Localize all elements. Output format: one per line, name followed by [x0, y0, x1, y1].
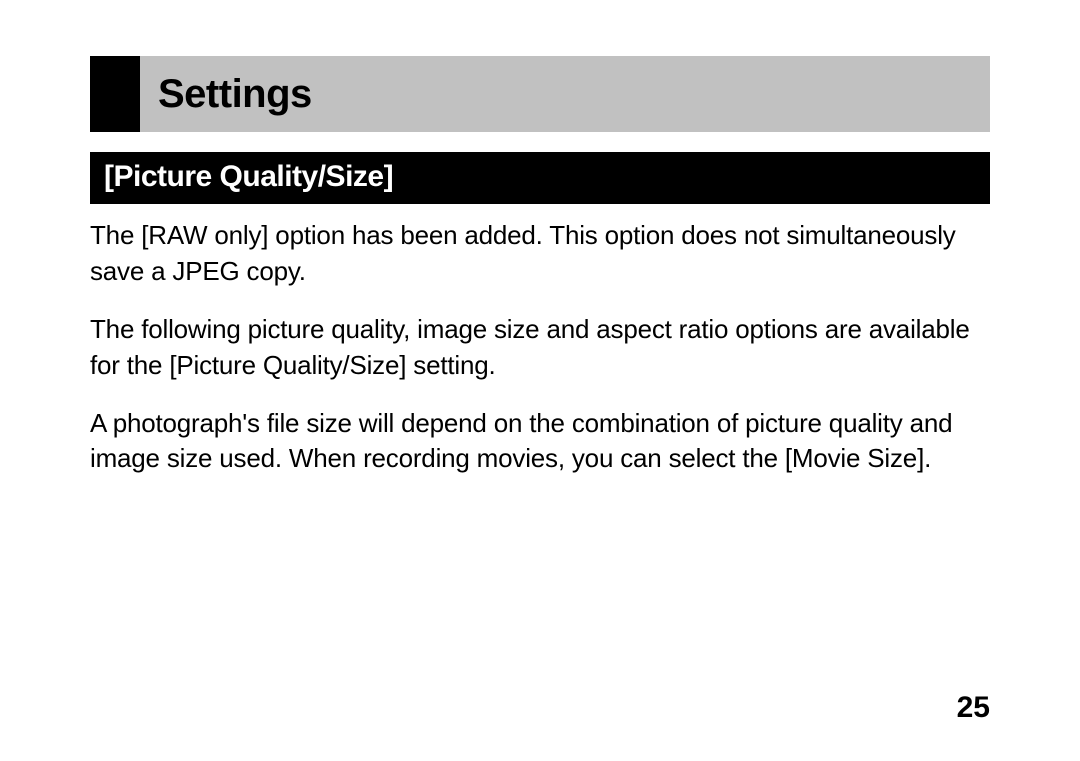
paragraph-3: A photograph's file size will depend on …	[90, 406, 990, 478]
paragraph-2: The following picture quality, image siz…	[90, 312, 990, 384]
header-gray-block: Settings	[140, 56, 990, 132]
document-page: Settings [Picture Quality/Size] The [RAW…	[0, 0, 1080, 761]
paragraph-1: The [RAW only] option has been added. Th…	[90, 218, 990, 290]
section-title: Settings	[158, 72, 312, 117]
header-black-block	[90, 56, 140, 132]
page-number: 25	[957, 691, 990, 725]
section-header-bar: Settings	[90, 56, 990, 132]
subsection-header-bar: [Picture Quality/Size]	[90, 152, 990, 204]
subsection-title: [Picture Quality/Size]	[104, 160, 393, 193]
